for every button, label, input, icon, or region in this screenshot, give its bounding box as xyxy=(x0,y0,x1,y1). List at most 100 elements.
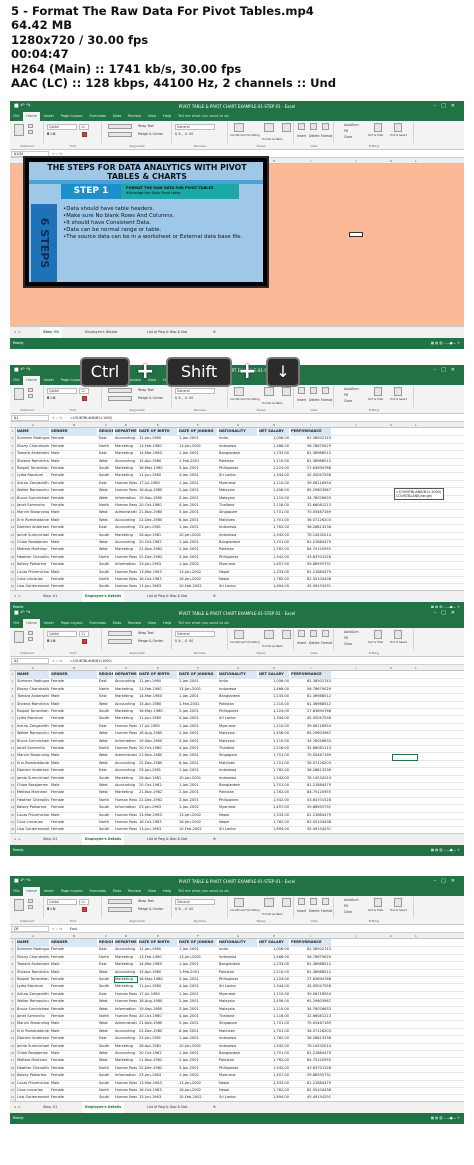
row-header[interactable]: 16 xyxy=(10,539,16,547)
table-cell[interactable]: Female xyxy=(51,502,97,509)
row-header[interactable]: 8 xyxy=(10,990,16,999)
fill-button[interactable]: Fill xyxy=(344,904,348,908)
bold-italic-underline-buttons[interactable]: B I U xyxy=(47,132,55,136)
table-cell[interactable]: 10-Jan-2001 xyxy=(179,1043,217,1050)
row-header[interactable]: 2 xyxy=(10,435,16,443)
format-icon[interactable] xyxy=(322,387,329,394)
find-select-button[interactable]: Find & Select xyxy=(390,641,407,645)
paste-icon[interactable] xyxy=(14,124,24,136)
table-cell[interactable]: 1,110.00 xyxy=(259,991,289,998)
table-cell[interactable]: Malaysia xyxy=(219,495,257,502)
table-cell[interactable]: 3-Jan-2001 xyxy=(179,465,217,472)
table-cell[interactable]: Cara Lmcarlos xyxy=(17,576,49,583)
table-cell[interactable]: 1,762.00 xyxy=(259,1087,289,1094)
table-cell[interactable]: Pakistan xyxy=(219,701,257,708)
worksheet-grid[interactable]: 1NAMEGENDERREGIONDEPARTMENTDATE OF BIRTH… xyxy=(10,939,464,1101)
table-cell[interactable]: Human Resource xyxy=(115,819,137,826)
sort-filter-button[interactable]: Sort & Filter xyxy=(368,641,383,645)
row-header[interactable]: 13 xyxy=(10,516,16,525)
table-cell[interactable]: 13-Jan-2002 xyxy=(179,569,217,576)
table-cell[interactable]: South xyxy=(99,812,113,819)
table-cell[interactable]: Walter Ramoschuel xyxy=(17,730,49,737)
format-as-table-button[interactable]: Format as Table xyxy=(262,645,282,649)
table-cell[interactable]: North xyxy=(99,1087,113,1094)
font-size-select[interactable]: 11 xyxy=(79,899,89,905)
table-cell[interactable]: Bruce Sumnichael xyxy=(17,1006,49,1013)
number-format-buttons[interactable]: $ % , .0 .00 xyxy=(175,907,193,911)
table-cell[interactable]: Accounting xyxy=(115,1050,137,1057)
table-cell[interactable]: 82.55104438 xyxy=(291,819,331,826)
table-cell[interactable]: 10-Feb-2002 xyxy=(179,583,217,590)
table-cell[interactable]: Female xyxy=(51,472,97,479)
table-cell[interactable]: 16-Oct-1963 xyxy=(139,819,177,826)
table-cell[interactable]: Male xyxy=(51,782,97,789)
table-cell[interactable]: West xyxy=(99,1028,113,1035)
table-cell[interactable]: 2-Jan-2001 xyxy=(179,730,217,737)
table-cell[interactable]: 16-Jan-2002 xyxy=(179,1087,217,1094)
table-cell[interactable]: Lisa Gutierrezsmith xyxy=(17,826,49,833)
table-cell[interactable]: 16-May-1980 xyxy=(139,708,177,715)
table-cell[interactable]: 1,110.00 xyxy=(259,480,289,487)
tab-home[interactable]: Home xyxy=(22,887,41,896)
table-cell[interactable]: 16-Jan-2002 xyxy=(179,576,217,583)
table-cell[interactable]: Male xyxy=(51,539,97,546)
table-cell[interactable]: Female xyxy=(51,487,97,494)
table-cell[interactable]: 23-Jan-1981 xyxy=(139,524,177,531)
table-cell[interactable]: 84.75120955 xyxy=(291,1057,331,1064)
table-cell[interactable]: Human Resource xyxy=(115,1013,137,1020)
table-cell[interactable]: 78.14532014 xyxy=(291,775,331,782)
table-cell[interactable]: Female xyxy=(51,686,97,693)
table-cell[interactable]: 23-Jan-1963 xyxy=(139,561,177,568)
table-cell[interactable]: Nepal xyxy=(219,569,257,576)
tab-view[interactable]: View xyxy=(144,887,159,896)
add-sheet-icon[interactable]: ⊕ xyxy=(210,834,219,845)
table-header-cell[interactable]: NET SALARY xyxy=(259,939,289,947)
autosum-button[interactable]: AutoSum xyxy=(344,387,359,391)
table-cell[interactable]: Bangladesh xyxy=(219,693,257,700)
table-cell[interactable]: Singapore xyxy=(219,509,257,516)
table-cell[interactable]: West xyxy=(99,517,113,524)
table-cell[interactable]: Marketing xyxy=(115,715,137,722)
format-as-table-icon[interactable] xyxy=(264,898,274,907)
cut-icon[interactable] xyxy=(28,631,33,635)
table-cell[interactable]: Marketing xyxy=(115,789,137,796)
table-cell[interactable]: 1,762.00 xyxy=(259,1035,289,1042)
table-cell[interactable]: 1-Jan-2002 xyxy=(179,1072,217,1079)
table-cell[interactable]: Human Resource xyxy=(115,1080,137,1087)
tab-help[interactable]: Help xyxy=(160,619,175,628)
table-cell[interactable]: Human Resource xyxy=(115,480,137,487)
table-cell[interactable]: Accounting xyxy=(115,678,137,685)
merge-center-button[interactable]: Merge & Center xyxy=(138,907,163,911)
table-cell[interactable]: 59.88955791 xyxy=(291,804,331,811)
clear-button[interactable]: Clear xyxy=(344,135,352,139)
align-icon[interactable] xyxy=(108,388,132,393)
merge-center-button[interactable]: Merge & Center xyxy=(138,132,163,136)
table-cell[interactable]: Jamie Sumnichael xyxy=(17,775,49,782)
format-icon[interactable] xyxy=(322,123,329,130)
table-cell[interactable]: Marketing xyxy=(115,686,137,693)
table-cell[interactable]: 1,701.00 xyxy=(259,1028,289,1035)
table-cell[interactable]: Human Resource xyxy=(115,730,137,737)
table-cell[interactable]: Nepal xyxy=(219,819,257,826)
table-cell[interactable]: 12-Jan-1980 xyxy=(139,678,177,685)
table-cell[interactable]: 1-Jan-2001 xyxy=(179,678,217,685)
table-cell[interactable]: India xyxy=(219,678,257,685)
cut-icon[interactable] xyxy=(28,388,33,392)
tab-formulas[interactable]: Formulas xyxy=(86,619,109,628)
table-cell[interactable]: Female xyxy=(51,495,97,502)
table-cell[interactable]: Male xyxy=(51,760,97,767)
table-cell[interactable]: Information Technology xyxy=(115,804,137,811)
copy-icon[interactable] xyxy=(28,394,33,398)
table-cell[interactable]: Accounting xyxy=(115,1035,137,1042)
table-cell[interactable]: 17-Jul-1980 xyxy=(139,480,177,487)
table-cell[interactable]: South xyxy=(99,715,113,722)
table-cell[interactable]: Thailand xyxy=(219,502,257,509)
table-cell[interactable]: Pakistan xyxy=(219,789,257,796)
table-cell[interactable]: 5-Jan-2001 xyxy=(179,1020,217,1027)
table-cell[interactable]: 10-Jan-2001 xyxy=(179,775,217,782)
table-cell[interactable]: 81.36988512 xyxy=(291,450,331,457)
table-cell[interactable]: 19-Sep-1980 xyxy=(139,738,177,745)
table-cell[interactable]: 19-Sep-1980 xyxy=(139,495,177,502)
find-select-icon[interactable] xyxy=(394,123,402,132)
table-cell[interactable]: Information Technology xyxy=(115,561,137,568)
